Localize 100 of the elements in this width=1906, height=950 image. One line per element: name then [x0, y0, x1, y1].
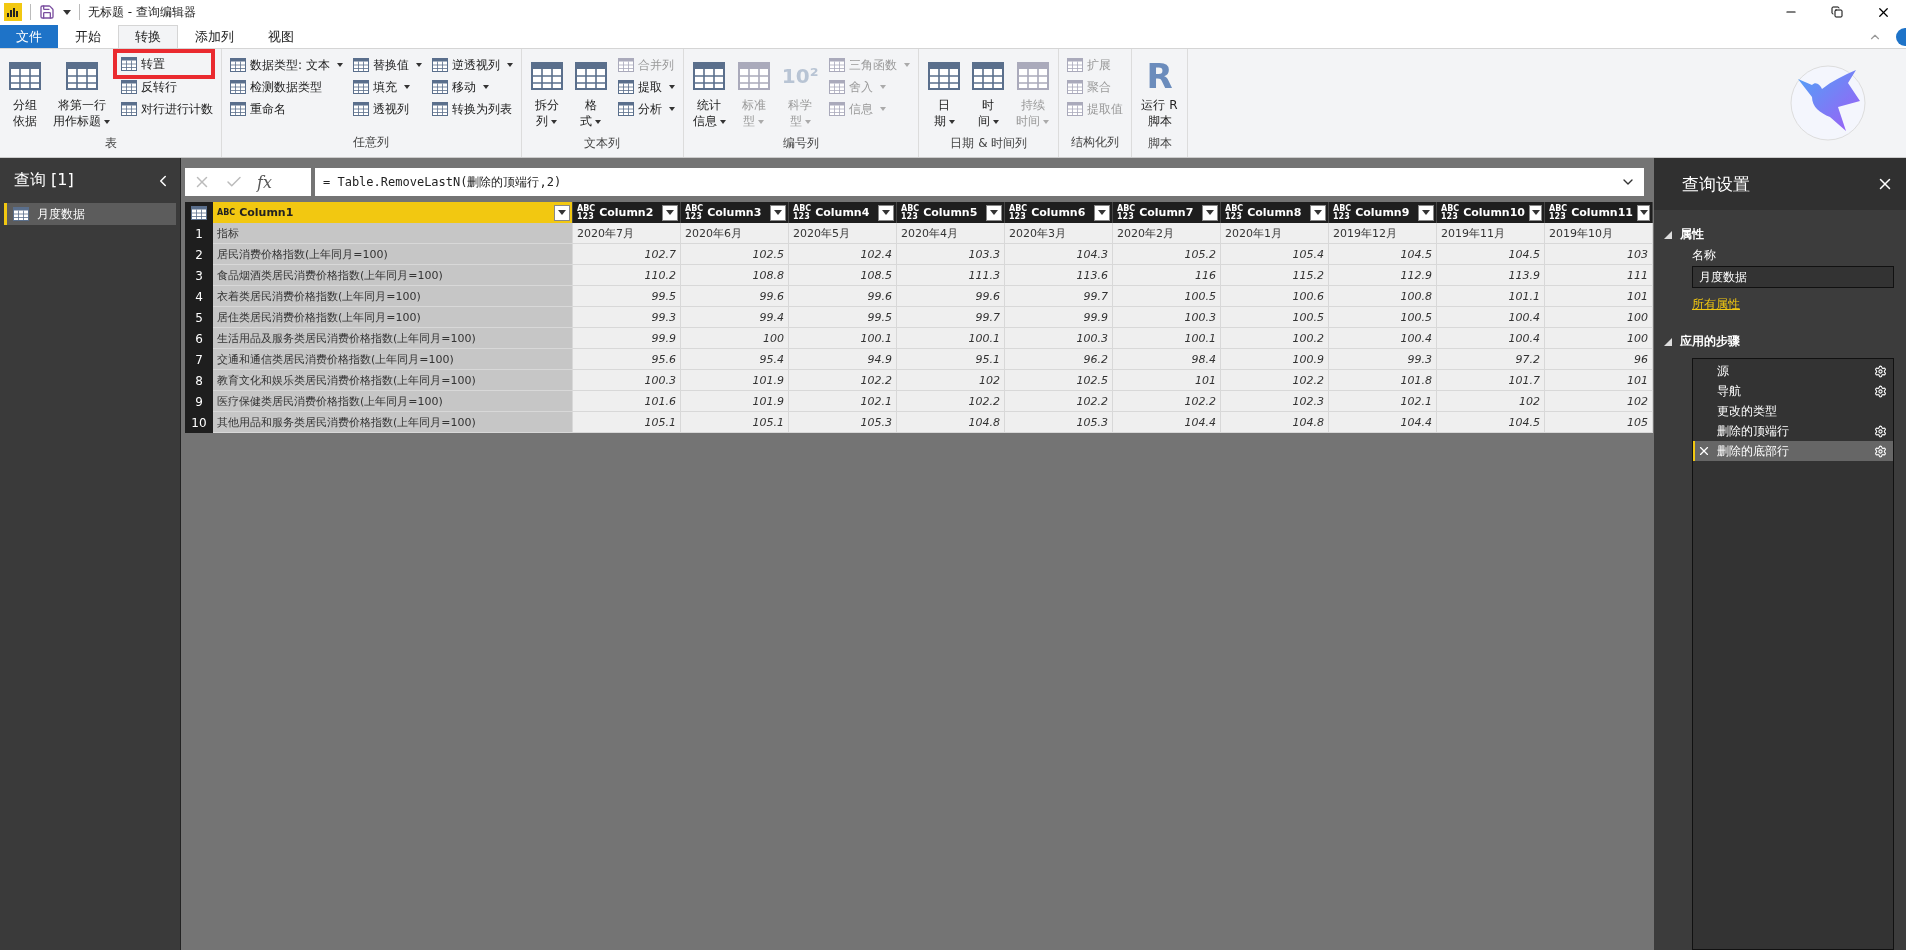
ribbon-button[interactable]: 填充: [350, 77, 424, 97]
ribbon-button[interactable]: 提取: [615, 77, 677, 97]
table-cell: 2020年1月: [1221, 223, 1329, 244]
table-cell: 95.6: [573, 349, 681, 370]
ribbon-button[interactable]: 透视列: [350, 99, 424, 119]
ribbon-button[interactable]: 数据类型: 文本: [228, 55, 345, 75]
table-cell: 105.1: [681, 412, 789, 433]
table-cell: 96: [1545, 349, 1653, 370]
menu-tab[interactable]: 文件: [0, 25, 58, 48]
table-cell: 104.5: [1329, 244, 1437, 265]
table-cell: 102.2: [789, 370, 897, 391]
step-item[interactable]: 更改的类型: [1693, 401, 1893, 421]
table-cell: 108.5: [789, 265, 897, 286]
table-cell: 100.5: [1221, 307, 1329, 328]
table-cell: 102.1: [1329, 391, 1437, 412]
grid-icon: [1067, 80, 1084, 94]
table-cell: 99.6: [681, 286, 789, 307]
all-properties-link[interactable]: 所有属性: [1692, 296, 1906, 313]
ribbon-button[interactable]: 分析: [615, 99, 677, 119]
table-cell: 102: [1545, 391, 1653, 412]
table-cell: 95.1: [897, 349, 1005, 370]
filter-dropdown-button[interactable]: [878, 204, 894, 221]
step-item[interactable]: 导航: [1693, 381, 1893, 401]
grid-icon: [431, 58, 448, 72]
grid-icon: [121, 80, 137, 94]
fx-button[interactable]: fx: [257, 172, 272, 192]
table-cell: 100.4: [1437, 328, 1545, 349]
help-icon[interactable]: [1896, 27, 1906, 46]
filter-dropdown-button[interactable]: [986, 204, 1002, 221]
table-cell: 99.5: [573, 286, 681, 307]
table-cell: 教育文化和娱乐类居民消费价格指数(上年同月=100): [213, 370, 573, 391]
filter-dropdown-button[interactable]: [1637, 204, 1650, 221]
queries-title: 查询 [1]: [14, 170, 74, 191]
table-cell: 食品烟酒类居民消费价格指数(上年同月=100): [213, 265, 573, 286]
table-cell: 2020年5月: [789, 223, 897, 244]
menu-tab[interactable]: 开始: [58, 25, 118, 48]
ribbon-button[interactable]: 移动: [429, 77, 515, 97]
ribbon-button[interactable]: 检测数据类型: [228, 77, 345, 97]
ribbon-button[interactable]: 对行进行计数: [119, 99, 215, 119]
table-cell: 102.2: [897, 391, 1005, 412]
collapse-triangle-icon[interactable]: [1664, 337, 1672, 346]
column-header[interactable]: ABC Column1: [213, 202, 573, 223]
filter-dropdown-button[interactable]: [554, 204, 570, 221]
window-title: 无标题 - 查询编辑器: [88, 3, 196, 21]
filter-dropdown-button[interactable]: [1094, 204, 1110, 221]
gear-icon[interactable]: [1874, 444, 1887, 458]
save-icon[interactable]: [39, 4, 55, 20]
group-label: 文本列: [583, 135, 622, 152]
table-icon: [574, 61, 607, 91]
filter-dropdown-button[interactable]: [1202, 204, 1218, 221]
ribbon-button[interactable]: 反转行: [119, 77, 215, 97]
gear-icon[interactable]: [1874, 364, 1887, 378]
name-field[interactable]: 月度数据: [1692, 266, 1894, 288]
step-item[interactable]: 删除的底部行: [1693, 441, 1893, 461]
step-item[interactable]: 源: [1693, 361, 1893, 381]
delete-step-icon[interactable]: [1697, 444, 1711, 458]
table-cell: 102: [897, 370, 1005, 391]
query-item[interactable]: 月度数据: [4, 203, 176, 225]
ribbon-button[interactable]: 逆透视列: [429, 55, 515, 75]
menu-tab[interactable]: 视图: [251, 25, 311, 48]
gear-icon[interactable]: [1874, 384, 1887, 398]
ribbon-button[interactable]: 日 期: [925, 53, 964, 131]
ribbon-button[interactable]: 时 间: [969, 53, 1008, 131]
filter-dropdown-button[interactable]: [1418, 204, 1434, 221]
collapse-triangle-icon[interactable]: [1664, 230, 1672, 239]
menu-tab[interactable]: 转换: [118, 25, 178, 48]
ribbon-button[interactable]: 转换为列表: [429, 99, 515, 119]
ribbon-button[interactable]: 转置: [113, 49, 215, 79]
ribbon-button[interactable]: 拆分 列: [527, 53, 566, 131]
ribbon-button[interactable]: 重命名: [228, 99, 345, 119]
step-item[interactable]: 删除的顶端行: [1693, 421, 1893, 441]
filter-dropdown-button[interactable]: [662, 204, 678, 221]
table-cell: 101: [1545, 370, 1653, 391]
table-cell: 101.8: [1329, 370, 1437, 391]
section-title: 应用的步骤: [1680, 333, 1740, 350]
formula-field[interactable]: = Table.RemoveLastN(删除的顶端行,2): [315, 168, 1644, 196]
grid-icon: [617, 58, 634, 72]
table-cell: 104.5: [1437, 412, 1545, 433]
filter-dropdown-button[interactable]: [1310, 204, 1326, 221]
section-title: 属性: [1680, 226, 1704, 243]
table-cell: 113.6: [1005, 265, 1113, 286]
table-cell: 其他用品和服务类居民消费价格指数(上年同月=100): [213, 412, 573, 433]
caret-icon[interactable]: [63, 9, 71, 15]
ribbon-button[interactable]: 统计 信息: [689, 53, 729, 131]
menu-tab[interactable]: 添加列: [178, 25, 251, 48]
ribbon-button[interactable]: 分组 依据: [6, 53, 44, 131]
table-cell: 100.3: [573, 370, 681, 391]
table-cell: 102: [1437, 391, 1545, 412]
table-cell: 104.3: [1005, 244, 1113, 265]
table-cell: 101: [1113, 370, 1221, 391]
filter-dropdown-button[interactable]: [770, 204, 786, 221]
filter-dropdown-button[interactable]: [1529, 204, 1542, 221]
grid-icon: [829, 102, 846, 116]
table-cell: 112.9: [1329, 265, 1437, 286]
ribbon-button[interactable]: 替换值: [350, 55, 424, 75]
ribbon-button[interactable]: 格 式: [571, 53, 610, 131]
ribbon-button[interactable]: R 运行 R 脚本: [1138, 53, 1181, 131]
gear-icon[interactable]: [1874, 424, 1887, 438]
ribbon-button[interactable]: 将第一行 用作标题: [50, 53, 113, 131]
ribbon-glyph: 10²: [781, 66, 819, 86]
